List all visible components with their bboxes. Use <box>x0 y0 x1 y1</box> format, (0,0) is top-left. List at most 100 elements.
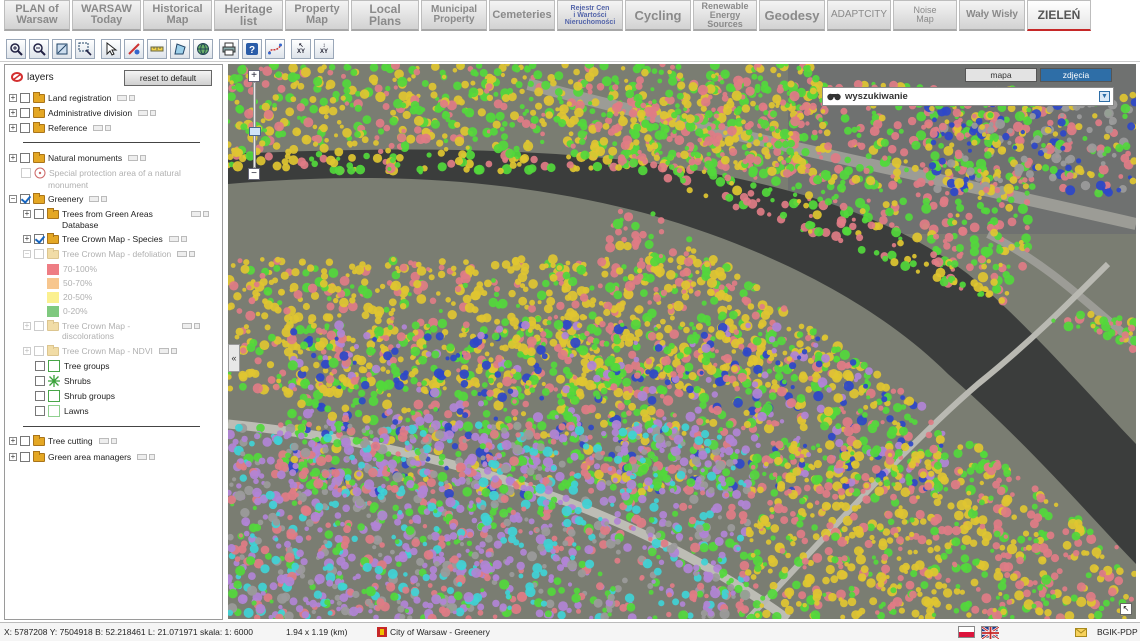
xy-search-button[interactable]: ↕ XY <box>314 38 334 59</box>
polish-flag-icon[interactable] <box>958 626 975 638</box>
layer-options-icon[interactable] <box>190 211 209 217</box>
measure-area-button[interactable] <box>170 38 190 59</box>
layer-greenery[interactable]: − Greenery <box>9 192 108 206</box>
layer-checkbox[interactable] <box>20 93 30 103</box>
layer-checkbox[interactable] <box>34 249 44 259</box>
layer-checkbox[interactable] <box>20 108 30 118</box>
expand-icon[interactable]: + <box>23 235 31 243</box>
zoom-window-button[interactable] <box>75 38 95 59</box>
tab-wały-wisły[interactable]: Wały Wisły <box>959 0 1025 31</box>
basemap-photos-button[interactable]: zdjęcia <box>1040 68 1112 82</box>
layer-checkbox[interactable] <box>20 436 30 446</box>
layer-tree-crown-ndvi[interactable]: + Tree Crown Map - NDVI <box>23 344 177 358</box>
xy-coordinate-button[interactable]: ↖ XY <box>291 38 311 59</box>
layer-checkbox[interactable] <box>34 321 44 331</box>
layer-options-icon[interactable] <box>177 251 196 257</box>
zoom-slider-track[interactable] <box>249 82 261 168</box>
expand-icon[interactable]: + <box>23 210 31 218</box>
layer-tree-groups[interactable]: Tree groups <box>35 359 110 373</box>
layer-checkbox[interactable] <box>35 376 45 386</box>
expand-icon[interactable]: + <box>9 154 17 162</box>
collapse-icon[interactable]: − <box>23 250 31 258</box>
expand-icon[interactable]: + <box>9 109 17 117</box>
search-box[interactable]: wyszukiwanie ▼ <box>822 87 1114 106</box>
layer-administrative-division[interactable]: + Administrative division <box>9 106 157 120</box>
layer-checkbox[interactable] <box>34 346 44 356</box>
measure-length-button[interactable] <box>147 38 167 59</box>
layer-options-icon[interactable] <box>168 236 187 242</box>
tab-rejestr-cen-i-wartości-nieruchomości[interactable]: Rejestr Cen i Wartości Nieruchomości <box>557 0 623 31</box>
layer-options-icon[interactable] <box>98 438 117 444</box>
expand-icon[interactable]: + <box>9 437 17 445</box>
layer-options-icon[interactable] <box>158 348 177 354</box>
layer-checkbox[interactable] <box>20 452 30 462</box>
tab-cycling[interactable]: Cycling <box>625 0 691 31</box>
overview-map-toggle-icon[interactable]: ↖ <box>1120 603 1132 615</box>
globe-button[interactable] <box>193 38 213 59</box>
layer-shrub-groups[interactable]: Shrub groups <box>35 389 115 403</box>
layer-checkbox[interactable] <box>34 234 44 244</box>
layer-options-icon[interactable] <box>128 155 147 161</box>
collapse-panel-button[interactable]: « <box>228 344 240 372</box>
zoom-in-button[interactable]: + <box>248 70 260 82</box>
tab-adaptcity[interactable]: ADAPTCITY <box>827 0 891 31</box>
select-pointer-button[interactable] <box>101 38 121 59</box>
layer-lawns[interactable]: Lawns <box>35 404 89 418</box>
layer-green-area-managers[interactable]: + Green area managers <box>9 450 156 464</box>
zoom-out-button[interactable]: − <box>248 168 260 180</box>
layer-options-icon[interactable] <box>89 196 108 202</box>
expand-icon[interactable]: + <box>9 124 17 132</box>
help-button[interactable]: ? <box>242 38 262 59</box>
tab-property-map[interactable]: Property Map <box>285 0 349 31</box>
feature-info-button[interactable] <box>124 38 144 59</box>
layer-checkbox[interactable] <box>20 153 30 163</box>
tab-historical-map[interactable]: Historical Map <box>143 0 212 31</box>
layer-checkbox[interactable] <box>20 123 30 133</box>
layer-tree-crown-species[interactable]: + Tree Crown Map - Species <box>23 232 187 246</box>
tab-plan-of-warsaw[interactable]: PLAN of Warsaw <box>4 0 70 31</box>
layer-tree-crown-defoliation[interactable]: − Tree Crown Map - defoliation <box>23 247 196 261</box>
layer-tree-cutting[interactable]: + Tree cutting <box>9 434 117 448</box>
tab-warsaw-today[interactable]: WARSAW Today <box>72 0 141 31</box>
layer-trees-database[interactable]: + Trees from Green Areas <box>23 207 209 221</box>
layer-options-icon[interactable] <box>93 125 112 131</box>
email-icon[interactable] <box>1075 628 1087 637</box>
layer-checkbox[interactable] <box>34 209 44 219</box>
layer-shrubs[interactable]: Shrubs <box>35 374 91 388</box>
layer-reference[interactable]: + Reference <box>9 121 112 135</box>
tab-heritage-list[interactable]: Heritage list <box>214 0 283 31</box>
layer-natural-monuments[interactable]: + Natural monuments <box>9 151 147 165</box>
tab-geodesy[interactable]: Geodesy <box>759 0 825 31</box>
zoom-out-tool-button[interactable] <box>29 38 49 59</box>
layer-options-icon[interactable] <box>137 454 156 460</box>
expand-icon[interactable]: + <box>23 322 31 330</box>
layer-checkbox[interactable] <box>35 391 45 401</box>
tab-renewable-energy-sources[interactable]: Renewable Energy Sources <box>693 0 757 31</box>
layer-options-icon[interactable] <box>182 323 201 329</box>
layer-land-registration[interactable]: + Land registration <box>9 91 136 105</box>
map-view[interactable]: + − mapa zdjęcia wyszukiwanie ▼ « ↖ <box>228 64 1136 619</box>
layer-checkbox[interactable] <box>35 406 45 416</box>
expand-icon[interactable]: + <box>23 347 31 355</box>
print-button[interactable] <box>219 38 239 59</box>
reset-to-default-button[interactable]: reset to default <box>124 70 212 86</box>
expand-icon[interactable]: + <box>9 94 17 102</box>
layer-checkbox[interactable] <box>21 168 31 178</box>
tab-municipal-property[interactable]: Municipal Property <box>421 0 487 31</box>
layer-options-icon[interactable] <box>138 110 157 116</box>
layer-checkbox[interactable] <box>20 194 30 204</box>
layer-options-icon[interactable] <box>117 95 136 101</box>
zoom-in-tool-button[interactable] <box>6 38 26 59</box>
tab-cemeteries[interactable]: Cemeteries <box>489 0 555 31</box>
tab-zieleń[interactable]: ZIELEŃ <box>1027 0 1091 31</box>
tab-local-plans[interactable]: Local Plans <box>351 0 419 31</box>
layer-special-protection-area[interactable]: Special protection area of a natural <box>21 166 181 180</box>
basemap-map-button[interactable]: mapa <box>965 68 1037 82</box>
expand-icon[interactable]: + <box>9 453 17 461</box>
collapse-icon[interactable]: − <box>9 195 17 203</box>
tab-noise-map[interactable]: Noise Map <box>893 0 957 31</box>
search-expand-icon[interactable]: ▼ <box>1099 91 1110 102</box>
english-flag-icon[interactable] <box>981 626 999 639</box>
route-button[interactable] <box>265 38 285 59</box>
layer-checkbox[interactable] <box>35 361 45 371</box>
